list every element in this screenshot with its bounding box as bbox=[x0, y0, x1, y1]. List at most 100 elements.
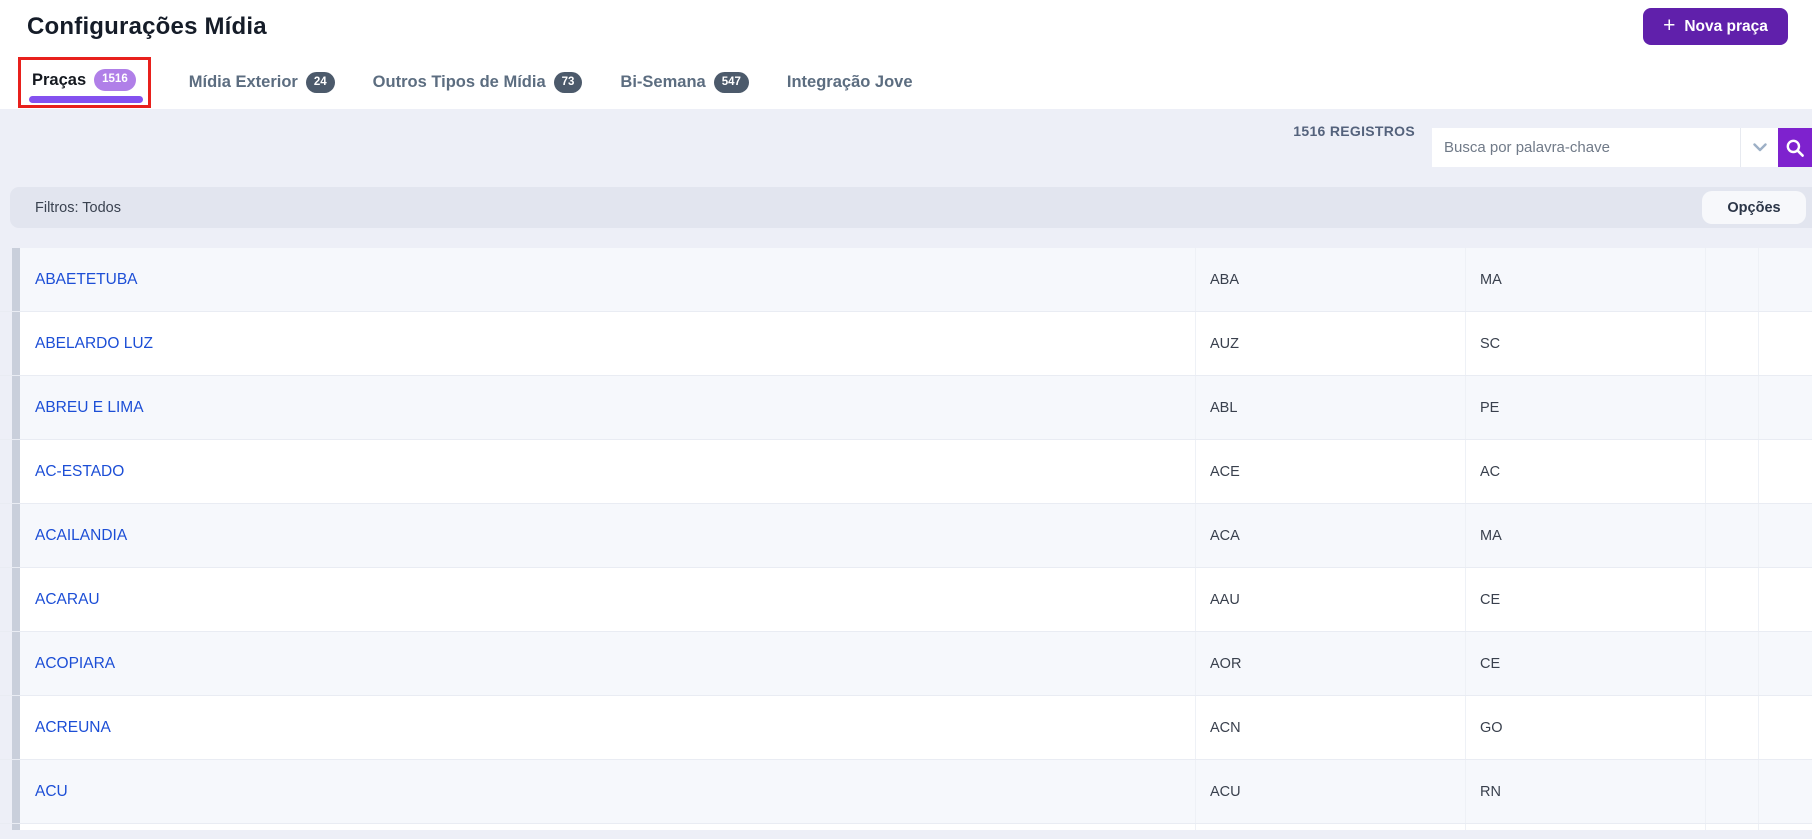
options-button[interactable]: Opções bbox=[1702, 191, 1806, 224]
table-body: ABAETETUBA ABA MA ABELARDO LUZ AUZ SC AB… bbox=[0, 248, 1812, 830]
row-accent-strip bbox=[12, 248, 20, 311]
tab-pracas-label: Praças bbox=[32, 70, 87, 89]
tab-pracas-count-badge: 1516 bbox=[94, 69, 136, 91]
table-row[interactable]: AC-ESTADO ACE AC bbox=[0, 440, 1812, 504]
chevron-down-icon bbox=[1752, 143, 1767, 152]
search-input[interactable] bbox=[1432, 128, 1740, 167]
praca-name-link[interactable]: ACOPIARA bbox=[20, 632, 1195, 695]
table-row[interactable]: ACAILANDIA ACA MA bbox=[0, 504, 1812, 568]
praca-code-cell bbox=[1195, 824, 1465, 830]
page-title: Configurações Mídia bbox=[27, 13, 267, 40]
praca-code-cell: ACE bbox=[1195, 440, 1465, 503]
row-accent-strip bbox=[12, 312, 20, 375]
empty-cell bbox=[1705, 568, 1758, 631]
praca-name-link[interactable]: ABREU E LIMA bbox=[20, 376, 1195, 439]
table-row[interactable] bbox=[0, 824, 1812, 830]
praca-name-link[interactable]: ABELARDO LUZ bbox=[20, 312, 1195, 375]
praca-state-cell: MA bbox=[1465, 504, 1705, 567]
empty-cell bbox=[1758, 568, 1812, 631]
empty-cell bbox=[1758, 312, 1812, 375]
tab-outros-tipos-midia-count-badge: 73 bbox=[553, 71, 583, 94]
empty-cell bbox=[1758, 248, 1812, 311]
praca-state-cell: PE bbox=[1465, 376, 1705, 439]
filter-summary: Filtros: Todos bbox=[35, 199, 121, 216]
tab-bi-semana-count-badge: 547 bbox=[713, 71, 749, 94]
praca-state-cell: CE bbox=[1465, 632, 1705, 695]
table-row[interactable]: ACARAU AAU CE bbox=[0, 568, 1812, 632]
row-accent-strip bbox=[12, 376, 20, 439]
content-area: 1516 REGISTROS Filtros: Todos Opções ABA… bbox=[0, 109, 1812, 839]
praca-state-cell: GO bbox=[1465, 696, 1705, 759]
row-accent-strip bbox=[12, 760, 20, 823]
tab-bar: Praças 1516 Mídia Exterior 24 Outros Tip… bbox=[18, 56, 913, 109]
row-accent-strip bbox=[12, 568, 20, 631]
new-praca-button-label: Nova praça bbox=[1684, 17, 1768, 35]
empty-cell bbox=[1705, 248, 1758, 311]
praca-code-cell: ACA bbox=[1195, 504, 1465, 567]
praca-name-link[interactable]: ACU bbox=[20, 760, 1195, 823]
tab-midia-exterior[interactable]: Mídia Exterior 24 bbox=[188, 71, 335, 94]
praca-code-cell: AAU bbox=[1195, 568, 1465, 631]
empty-cell bbox=[1758, 504, 1812, 567]
empty-cell bbox=[1758, 760, 1812, 823]
active-tab-indicator bbox=[29, 95, 143, 103]
empty-cell bbox=[1705, 632, 1758, 695]
empty-cell bbox=[1758, 632, 1812, 695]
empty-cell bbox=[1758, 376, 1812, 439]
plus-icon: + bbox=[1663, 14, 1676, 37]
praca-state-cell: RN bbox=[1465, 760, 1705, 823]
tab-midia-exterior-count-badge: 24 bbox=[305, 71, 335, 94]
tab-midia-exterior-label: Mídia Exterior bbox=[188, 73, 298, 91]
praca-code-cell: ACU bbox=[1195, 760, 1465, 823]
row-accent-strip bbox=[12, 696, 20, 759]
table-row[interactable]: ACOPIARA AOR CE bbox=[0, 632, 1812, 696]
praca-code-cell: AUZ bbox=[1195, 312, 1465, 375]
tab-outros-tipos-midia[interactable]: Outros Tipos de Mídia 73 bbox=[372, 71, 583, 94]
empty-cell bbox=[1705, 760, 1758, 823]
search-group bbox=[1432, 128, 1812, 167]
empty-cell bbox=[1758, 440, 1812, 503]
praca-name-link[interactable]: AC-ESTADO bbox=[20, 440, 1195, 503]
praca-code-cell: ABA bbox=[1195, 248, 1465, 311]
praca-name-link[interactable]: ACAILANDIA bbox=[20, 504, 1195, 567]
praca-name-link[interactable] bbox=[20, 824, 1195, 830]
praca-code-cell: ABL bbox=[1195, 376, 1465, 439]
table-row[interactable]: ABAETETUBA ABA MA bbox=[0, 248, 1812, 312]
records-count: 1516 REGISTROS bbox=[1293, 123, 1415, 139]
search-field-dropdown[interactable] bbox=[1740, 128, 1778, 167]
tab-bi-semana-label: Bi-Semana bbox=[620, 73, 706, 91]
praca-name-link[interactable]: ACARAU bbox=[20, 568, 1195, 631]
praca-code-cell: AOR bbox=[1195, 632, 1465, 695]
empty-cell bbox=[1705, 376, 1758, 439]
tab-bi-semana[interactable]: Bi-Semana 547 bbox=[620, 71, 749, 94]
filter-bar: Filtros: Todos Opções bbox=[10, 187, 1812, 228]
empty-cell bbox=[1758, 824, 1812, 830]
praca-name-link[interactable]: ABAETETUBA bbox=[20, 248, 1195, 311]
praca-state-cell: CE bbox=[1465, 568, 1705, 631]
tab-pracas[interactable]: Praças 1516 bbox=[32, 69, 136, 91]
empty-cell bbox=[1758, 696, 1812, 759]
search-button[interactable] bbox=[1778, 128, 1812, 167]
search-icon bbox=[1785, 138, 1805, 158]
row-accent-strip bbox=[12, 440, 20, 503]
praca-state-cell: SC bbox=[1465, 312, 1705, 375]
table-row[interactable]: ACREUNA ACN GO bbox=[0, 696, 1812, 760]
annotation-highlight-box: Praças 1516 bbox=[18, 57, 151, 108]
praca-state-cell bbox=[1465, 824, 1705, 830]
table-row[interactable]: ABELARDO LUZ AUZ SC bbox=[0, 312, 1812, 376]
empty-cell bbox=[1705, 504, 1758, 567]
row-accent-strip bbox=[12, 632, 20, 695]
praca-name-link[interactable]: ACREUNA bbox=[20, 696, 1195, 759]
praca-state-cell: MA bbox=[1465, 248, 1705, 311]
table-row[interactable]: ABREU E LIMA ABL PE bbox=[0, 376, 1812, 440]
tab-outros-tipos-midia-label: Outros Tipos de Mídia bbox=[372, 73, 546, 91]
table-row[interactable]: ACU ACU RN bbox=[0, 760, 1812, 824]
new-praca-button[interactable]: + Nova praça bbox=[1643, 8, 1788, 45]
praca-state-cell: AC bbox=[1465, 440, 1705, 503]
empty-cell bbox=[1705, 696, 1758, 759]
row-accent-strip bbox=[12, 504, 20, 567]
praca-code-cell: ACN bbox=[1195, 696, 1465, 759]
tab-integracao-jove[interactable]: Integração Jove bbox=[787, 73, 913, 92]
row-accent-strip bbox=[12, 824, 20, 830]
empty-cell bbox=[1705, 440, 1758, 503]
